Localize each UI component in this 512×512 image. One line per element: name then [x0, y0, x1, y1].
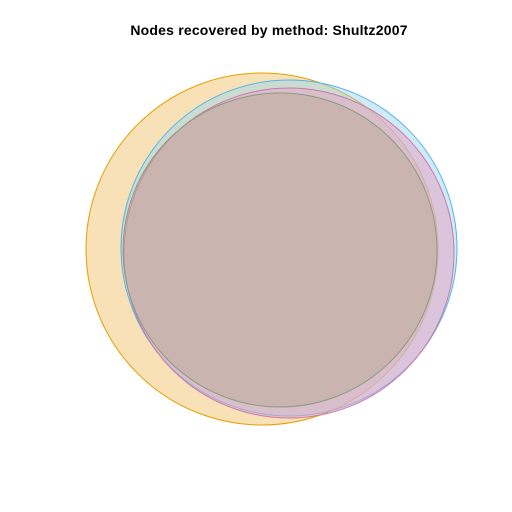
venn-chart: Nodes recovered by method: Shultz2007	[0, 0, 512, 512]
venn-set-d-circle	[122, 92, 438, 408]
venn-diagram	[85, 72, 458, 426]
